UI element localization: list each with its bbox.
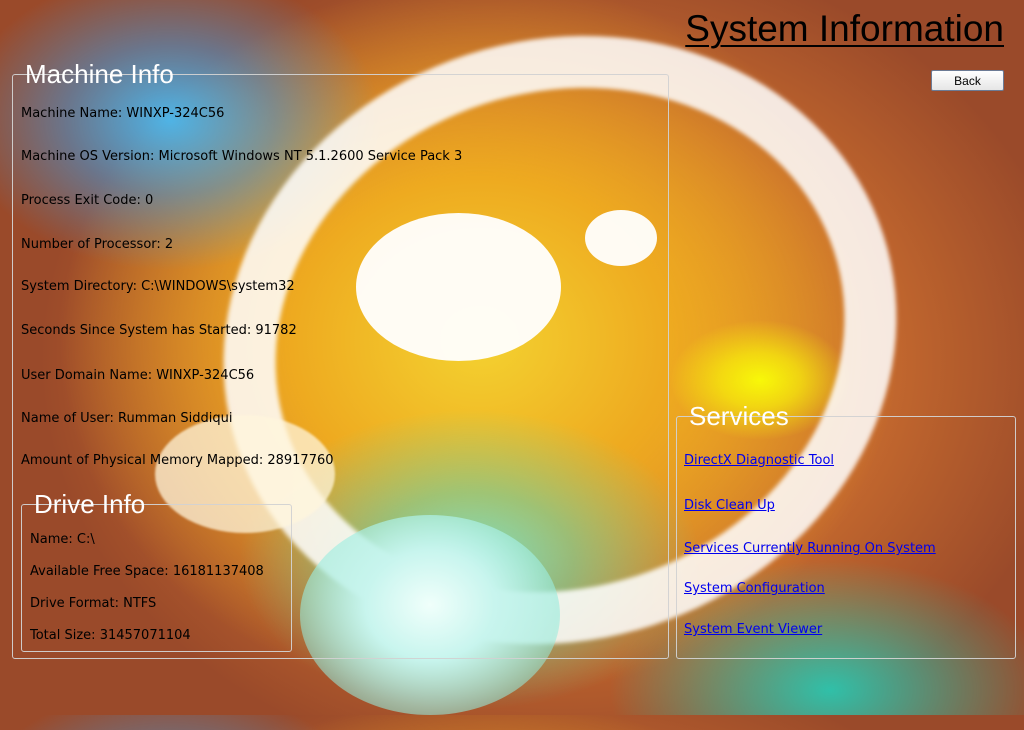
page-title: System Information — [685, 8, 1004, 49]
os-version-label: Machine OS Version: Microsoft Windows NT… — [21, 149, 463, 164]
event-viewer-link[interactable]: System Event Viewer — [684, 622, 822, 637]
system-directory-label: System Directory: C:\WINDOWS\system32 — [21, 279, 295, 294]
uptime-label: Seconds Since System has Started: 91782 — [21, 323, 297, 338]
machine-name-label: Machine Name: WINXP-324C56 — [21, 106, 225, 121]
drive-name-label: Name: C:\ — [30, 532, 95, 547]
user-name-label: Name of User: Rumman Siddiqui — [21, 411, 233, 426]
drive-total-size-label: Total Size: 31457071104 — [30, 628, 191, 643]
user-domain-label: User Domain Name: WINXP-324C56 — [21, 368, 255, 383]
back-button[interactable]: Back — [931, 70, 1004, 91]
running-services-link[interactable]: Services Currently Running On System — [684, 541, 936, 556]
processor-count-label: Number of Processor: 2 — [21, 237, 174, 252]
drive-format-label: Drive Format: NTFS — [30, 596, 157, 611]
drive-info-title: Drive Info — [34, 489, 146, 519]
drive-free-space-label: Available Free Space: 16181137408 — [30, 564, 264, 579]
machine-info-title: Machine Info — [25, 59, 174, 89]
disk-cleanup-link[interactable]: Disk Clean Up — [684, 498, 775, 513]
directx-diagnostic-link[interactable]: DirectX Diagnostic Tool — [684, 453, 834, 468]
memory-mapped-label: Amount of Physical Memory Mapped: 289177… — [21, 453, 334, 468]
services-title: Services — [689, 401, 789, 431]
system-configuration-link[interactable]: System Configuration — [684, 581, 825, 596]
exit-code-label: Process Exit Code: 0 — [21, 193, 154, 208]
